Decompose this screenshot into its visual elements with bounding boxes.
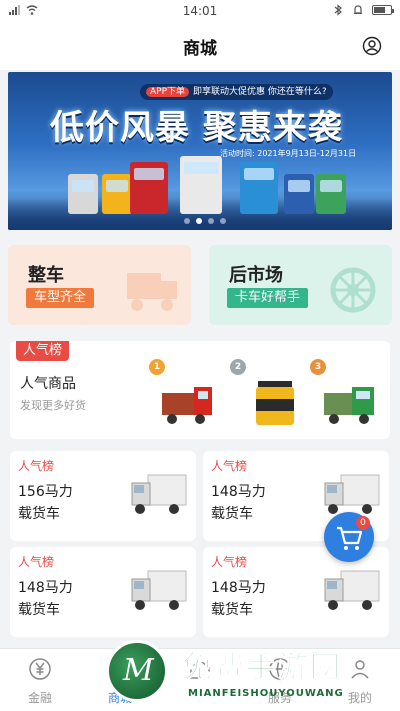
rank-medal-2: 2 — [230, 359, 246, 375]
status-time: 14:01 — [182, 4, 218, 18]
product-card[interactable]: 人气榜 148马力 载货车 — [10, 547, 196, 637]
card-rank-label: 人气榜 — [211, 459, 248, 473]
card-rank-label: 人气榜 — [18, 459, 55, 473]
card-horsepower: 148马力 — [211, 484, 266, 500]
category-name: 整车 — [28, 265, 64, 286]
card-horsepower: 156马力 — [18, 484, 73, 500]
status-left — [8, 4, 38, 16]
card-horsepower: 148马力 — [18, 580, 73, 596]
watermark-logo-letter: M — [123, 653, 154, 688]
category-name: 后市场 — [229, 265, 283, 286]
box-truck-icon — [131, 474, 187, 514]
banner-headline: 低价风暴 聚惠来袭 — [50, 108, 343, 148]
popular-subtitle: 发现更多好货 — [20, 399, 86, 412]
popular-title: 人气商品 — [20, 376, 76, 392]
banner-date: 活动时间: 2021年9月13日-12月31日 — [220, 149, 357, 158]
cart-badge: 0 — [356, 516, 370, 530]
oil-bucket-icon[interactable] — [248, 379, 304, 429]
red-truck-icon[interactable] — [160, 379, 216, 429]
cart-button[interactable]: 0 — [324, 512, 374, 562]
banner-dot[interactable] — [220, 218, 226, 224]
header: 商城 — [0, 22, 400, 70]
category-whole-vehicle[interactable]: 整车 车型齐全 — [8, 245, 191, 325]
card-type: 载货车 — [211, 506, 253, 522]
banner-promo-tag: APP下单 即享联动大促优惠 你还在等什么? — [140, 84, 333, 100]
banner-truck-image — [130, 162, 168, 214]
banner-app-tag: APP下单 — [146, 87, 190, 97]
site-watermark: M 免费手游网 MIANFEISHOUYOUWANG — [100, 636, 400, 711]
wifi-icon — [26, 5, 38, 15]
user-circle-icon[interactable] — [362, 36, 382, 56]
tab-finance[interactable]: 金融 — [0, 649, 80, 711]
promo-banner[interactable]: APP下单 即享联动大促优惠 你还在等什么? 低价风暴 聚惠来袭 活动时间: 20… — [8, 72, 392, 230]
banner-dot[interactable] — [208, 218, 214, 224]
watermark-logo: M — [106, 640, 168, 702]
status-right — [332, 4, 394, 16]
card-horsepower: 148马力 — [211, 580, 266, 596]
bluetooth-icon — [334, 4, 342, 16]
card-type: 载货车 — [18, 506, 60, 522]
banner-truck-image — [316, 174, 346, 214]
banner-dot-active[interactable] — [196, 218, 202, 224]
popular-flag: 人气榜 — [16, 341, 70, 361]
banner-truck-image — [68, 174, 98, 214]
page-title: 商城 — [183, 38, 217, 59]
box-truck-icon — [324, 570, 380, 610]
box-truck-icon — [131, 570, 187, 610]
card-type: 载货车 — [18, 602, 60, 618]
rank-medal-3: 3 — [310, 359, 326, 375]
banner-truck-image — [284, 174, 314, 214]
signal-icon — [9, 5, 20, 15]
banner-truck-image — [180, 156, 222, 214]
product-card[interactable]: 人气榜 156马力 载货车 — [10, 451, 196, 541]
watermark-en-text: MIANFEISHOUYOUWANG — [188, 688, 344, 699]
banner-dot[interactable] — [184, 218, 190, 224]
popular-ranking[interactable]: 人气榜 人气商品 发现更多好货 1 2 3 — [10, 341, 390, 439]
battery-icon — [372, 5, 394, 15]
bell-icon — [354, 5, 362, 14]
tab-label: 金融 — [27, 691, 52, 705]
watermark-cn-text: 免费手游网 — [182, 650, 342, 686]
rank-medal-1: 1 — [149, 359, 165, 375]
wheel-icon — [330, 267, 376, 313]
green-truck-icon[interactable] — [322, 379, 378, 429]
banner-truck-image — [240, 162, 278, 214]
card-type: 载货车 — [211, 602, 253, 618]
banner-truck-image — [102, 174, 132, 214]
status-bar: 14:01 — [0, 0, 400, 22]
banner-pagination[interactable] — [184, 218, 226, 224]
yuan-icon — [29, 658, 51, 680]
banner-promo-text: 即享联动大促优惠 你还在等什么? — [193, 87, 327, 97]
card-rank-label: 人气榜 — [211, 555, 248, 569]
category-tag: 卡车好帮手 — [227, 288, 309, 308]
category-aftermarket[interactable]: 后市场 卡车好帮手 — [209, 245, 392, 325]
category-tag: 车型齐全 — [26, 288, 95, 308]
truck-outline-icon — [127, 273, 177, 311]
card-rank-label: 人气榜 — [18, 555, 55, 569]
